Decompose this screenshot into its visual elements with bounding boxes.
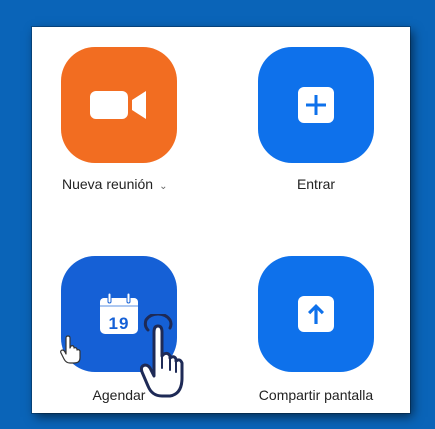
new-meeting-button[interactable] bbox=[61, 47, 177, 163]
chevron-down-icon[interactable]: ⌄ bbox=[159, 181, 167, 192]
calendar-day: 19 bbox=[108, 314, 130, 333]
schedule-label[interactable]: Agendar bbox=[61, 387, 177, 403]
up-arrow-icon bbox=[297, 295, 335, 333]
new-meeting-label[interactable]: Nueva reunión ⌄ bbox=[62, 176, 167, 192]
share-screen-label[interactable]: Compartir pantalla bbox=[238, 387, 394, 403]
new-meeting-text: Nueva reunión bbox=[62, 176, 154, 192]
schedule-button[interactable]: 19 bbox=[61, 256, 177, 372]
video-camera-icon bbox=[88, 85, 150, 125]
join-button[interactable] bbox=[258, 47, 374, 163]
share-screen-button[interactable] bbox=[258, 256, 374, 372]
home-actions-panel: Nueva reunión ⌄ Entrar 19 Agendar Compar… bbox=[32, 27, 410, 413]
join-label[interactable]: Entrar bbox=[258, 176, 374, 192]
plus-icon bbox=[297, 86, 335, 124]
